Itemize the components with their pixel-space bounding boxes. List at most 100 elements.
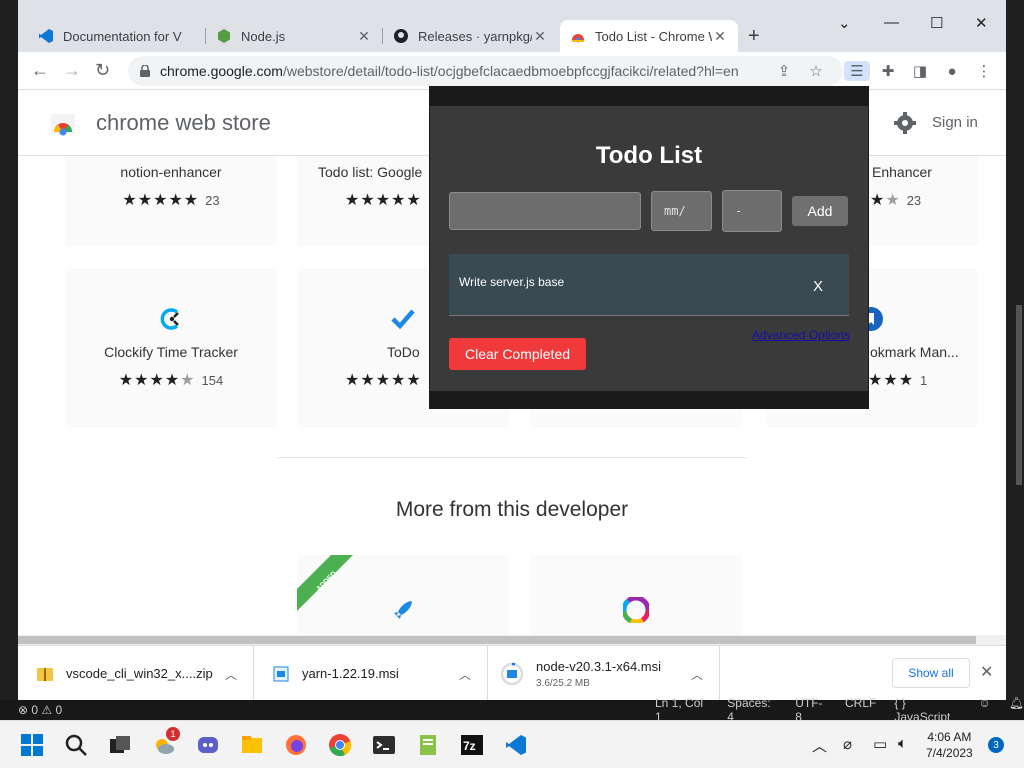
date-input[interactable]: mm/ [651,191,712,231]
delete-todo-button[interactable]: X [813,278,823,295]
time-input[interactable]: - [722,190,782,232]
7zip-icon[interactable]: 7z [460,733,484,757]
download-bar: vscode_cli_win32_x....zip ︿ yarn-1.22.19… [18,645,1006,701]
taskbar-clock[interactable]: 4:06 AM 7/4/2023 [926,729,973,761]
download-item[interactable]: yarn-1.22.19.msi ︿ [254,646,488,701]
show-all-button[interactable]: Show all [892,658,970,688]
card-rating-count: 23 [205,193,220,208]
card-rating-count: 23 [906,193,922,208]
share-icon[interactable]: ⇪ [774,61,794,81]
color-wheel-icon [623,597,649,623]
msi-file-icon [273,666,289,681]
advanced-options-link[interactable]: Advanced Options [752,328,850,342]
chevron-up-icon[interactable]: ︿ [459,666,471,683]
todo-item[interactable]: Write server.js base X [449,254,849,316]
task-view-icon[interactable] [108,733,132,757]
download-item[interactable]: node-v20.3.1-x64.msi 3.6/25.2 MB ︿ [488,646,720,701]
horizontal-scrollbar[interactable] [18,635,1006,645]
card-rating: ★★★★★ 154 [118,372,224,389]
todo-popup: Todo List mm/ - Add Write server.js base… [430,106,868,391]
clockify-icon [158,306,184,332]
extension-card[interactable]: ADDED [297,555,509,635]
close-icon[interactable]: ✕ [532,28,548,45]
problems-indicator[interactable]: ⊗ 0 ⚠ 0 [18,703,62,717]
tab-title: Releases · yarnpkg/ya [418,28,532,44]
todo-extension-icon[interactable]: ☰ [844,61,870,81]
weather-badge: 1 [166,727,180,741]
download-filename: node-v20.3.1-x64.msi [536,658,662,674]
lock-icon [140,65,150,77]
chevron-up-icon[interactable]: ︿ [225,666,237,683]
clear-completed-button[interactable]: Clear Completed [449,338,586,370]
todo-item-text: Write server.js base [459,275,565,289]
card-name: notion-enhancer [120,164,222,180]
tab-todo-list[interactable]: Todo List - Chrome W ✕ [560,20,738,52]
close-icon[interactable]: ✕ [356,28,372,45]
weather-widget-icon[interactable]: 1 [152,727,180,757]
added-ribbon: ADDED [297,555,353,611]
file-explorer-icon[interactable] [240,733,264,757]
show-hidden-icons-chevron[interactable]: ︿ [812,735,827,756]
chevron-up-icon[interactable]: ︿ [691,666,703,683]
clock-date: 7/4/2023 [926,746,973,760]
store-brand[interactable]: chrome web store [96,110,271,136]
task-input[interactable] [449,192,641,230]
vscode-scrollbar[interactable] [1016,305,1022,485]
url-path: /webstore/detail/todo-list/ocjgbefclacae… [282,63,739,79]
tab-yarn-releases[interactable]: Releases · yarnpkg/ya ✕ [383,20,558,52]
windows-start-icon[interactable] [20,733,44,757]
bookmark-star-icon[interactable]: ☆ [806,61,826,81]
vscode-icon [38,28,54,44]
forward-button[interactable]: → [63,60,81,81]
more-from-developer-heading: More from this developer [395,498,629,521]
display-icon[interactable]: ▭ [873,735,887,753]
notification-count-badge[interactable]: 3 [988,737,1004,753]
tab-documentation[interactable]: Documentation for V [28,20,208,52]
profile-avatar-icon[interactable]: ● [942,61,962,81]
download-item[interactable]: vscode_cli_win32_x....zip ︿ [18,646,254,701]
terminal-icon[interactable] [372,733,396,757]
download-progress-icon [500,662,524,685]
notepad-icon[interactable] [416,733,440,757]
maximize-button[interactable]: ☐ [930,14,943,32]
vscode-status-bar: ⊗ 0 ⚠ 0 Ln 1, Col 1 Spaces: 4 UTF-8 CRLF… [0,696,1024,724]
sign-in-link[interactable]: Sign in [932,114,978,131]
extensions-puzzle-icon[interactable]: ✚ [878,61,898,81]
download-filename: yarn-1.22.19.msi [302,666,399,681]
chrome-web-store-logo[interactable] [50,110,76,136]
network-icon[interactable]: ⌀ [843,735,852,753]
extension-card[interactable] [530,555,742,635]
card-rating-count: 1 [920,373,928,388]
teams-chat-icon[interactable] [196,733,220,757]
side-panel-icon[interactable]: ◨ [910,61,930,81]
address-bar[interactable]: chrome.google.com/webstore/detail/todo-l… [128,56,843,86]
tab-strip: Documentation for V Node.js ✕ Releases ·… [18,0,1006,52]
reload-button[interactable]: ↻ [95,60,110,81]
new-tab-button[interactable]: + [748,25,760,48]
minimize-button[interactable]: — [884,14,899,31]
vscode-taskbar-icon[interactable] [504,733,528,757]
extension-card[interactable]: Clockify Time Tracker ★★★★★ 154 [65,268,277,428]
tab-nodejs[interactable]: Node.js ✕ [206,20,382,52]
volume-icon[interactable]: 🔈︎ [898,735,907,752]
settings-gear-icon[interactable] [894,112,916,134]
chrome-menu-icon[interactable]: ⋮ [974,61,994,81]
search-icon[interactable] [64,733,88,757]
scrollbar-thumb[interactable] [18,636,976,644]
close-icon[interactable]: ✕ [712,28,728,45]
firefox-icon[interactable] [284,733,308,757]
svg-text:7z: 7z [463,739,476,753]
add-button[interactable]: Add [792,196,848,226]
zip-file-icon [37,667,53,681]
url-host: chrome.google.com [160,63,283,79]
card-name: Clockify Time Tracker [104,344,238,360]
download-progress-text: 3.6/25.2 MB [536,677,590,689]
back-button[interactable]: ← [31,60,49,81]
close-download-bar-icon[interactable]: ✕ [980,662,993,682]
close-window-button[interactable]: ✕ [975,14,988,32]
tab-title: Documentation for V [63,28,182,44]
download-filename: vscode_cli_win32_x....zip [66,666,213,681]
chrome-icon[interactable] [328,733,352,757]
tab-search-icon[interactable]: ⌄ [838,14,851,32]
nodejs-icon [216,28,232,44]
